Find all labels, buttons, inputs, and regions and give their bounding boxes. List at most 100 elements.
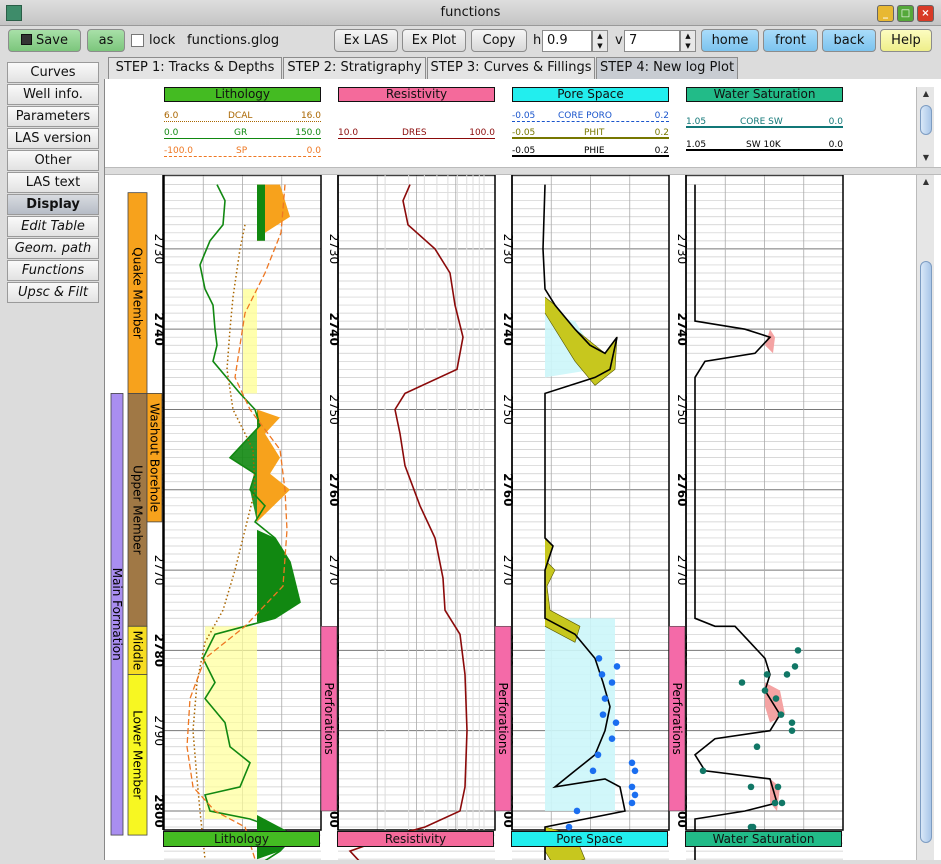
upper-member-band-label: Upper Member [131,465,145,555]
sw-curve [693,184,781,864]
export-las-button[interactable]: Ex LAS [334,29,398,52]
close-icon: × [921,8,930,19]
tab-step4[interactable]: STEP 4: New log Plot [596,57,738,79]
tab-step3[interactable]: STEP 3: Curves & Fillings [427,57,595,79]
plot-scrollbar[interactable]: ▲ [916,175,934,860]
dcal-legend: 6.0 DCAL 16.0 [164,111,321,122]
core-poro-point [589,767,597,775]
core-poro-point [601,695,609,702]
scroll-down-icon[interactable]: ▼ [920,153,932,163]
title-bar: functions _ □ × [0,0,941,26]
water-saturation-footer: Water Saturation [685,831,842,847]
core-poro-point [628,799,636,807]
maximize-icon: □ [900,8,911,19]
depth-label: 2740 [675,312,689,345]
v-scale-input[interactable]: 7 [624,30,680,52]
maximize-button[interactable]: □ [897,5,914,22]
export-plot-button[interactable]: Ex Plot [402,29,466,52]
front-button[interactable]: front [763,29,818,52]
core-sw-point [777,711,785,718]
core-sw-point [763,671,771,678]
resistivity-header: Resistivity [338,87,495,102]
plot-scroll-up-icon[interactable]: ▲ [920,177,932,187]
depth-label: 2730 [327,234,341,265]
sidebar-item-las-version[interactable]: LAS version [7,128,99,149]
header-scroll-thumb[interactable] [920,105,932,135]
core-poro-point [631,791,639,799]
save-as-button[interactable]: as [87,29,125,52]
washout-band-label: Washout Borehole [148,403,162,512]
phit-legend: -0.05 PHIT 0.2 [512,128,669,139]
lithology-footer: Lithology [163,831,320,847]
lock-checkbox[interactable] [131,34,144,47]
minimize-button[interactable]: _ [877,5,894,22]
core-sw-point [774,783,782,791]
v-spinner[interactable]: ▲ ▼ [680,30,696,52]
split-divider[interactable] [105,167,941,175]
sidebar-item-other[interactable]: Other [7,150,99,171]
core-sw-point [747,823,755,831]
sidebar-item-geom-path[interactable]: Geom. path [7,238,99,259]
depth-label: 2740 [501,312,515,345]
h-label: h [533,33,542,48]
core-sw-point [699,767,707,775]
plot-scroll-thumb[interactable] [920,261,932,843]
sidebar-item-curves[interactable]: Curves [7,62,99,83]
middle-band-label: Middle [131,631,145,671]
depth-label: 2730 [152,234,166,265]
shale-fill [257,184,265,241]
scroll-up-icon[interactable]: ▲ [920,89,932,99]
home-button[interactable]: home [701,29,759,52]
save-button[interactable]: Save [8,29,81,52]
v-label: v [615,33,623,48]
sidebar-item-display[interactable]: Display [7,194,99,215]
core-sw-point [738,679,746,686]
core-sw-point [753,743,761,751]
core-poro-point [608,679,616,686]
header-scrollbar[interactable]: ▲ ▼ [916,87,934,167]
window-title: functions [440,5,501,20]
tab-step1[interactable]: STEP 1: Tracks & Depths [108,57,282,79]
core-poro-point [628,783,636,791]
depth-label: 2760 [675,473,689,506]
pore-space-header: Pore Space [512,87,669,102]
core-poro-point [599,711,607,718]
core-sw-point [791,663,799,670]
filename-label: functions.glog [187,33,280,48]
depth-label: 2770 [675,555,689,586]
core-poro-point [565,823,573,831]
core-poro-point [613,663,621,670]
h-spinner[interactable]: ▲ ▼ [592,30,608,52]
sidebar-item-parameters[interactable]: Parameters [7,106,99,127]
close-button[interactable]: × [917,5,934,22]
log-tracks-svg: 2730 2740 2750 2760 2770 2780 2790 2800 2730 2740… [110,174,844,864]
quake-member-band-label: Quake Member [131,247,145,339]
track-grid-1 [337,174,496,860]
depth-label: 2760 [327,473,341,506]
core-poro-point [612,719,620,726]
sidebar-item-well-info[interactable]: Well info. [7,84,99,105]
sp-legend: -100.0 SP 0.0 [164,146,321,157]
core-sw-legend: 1.05 CORE SW 0.0 [686,117,843,128]
log-plot-panel: Lithology Resistivity Pore Space Water S… [104,79,941,864]
tab-step2[interactable]: STEP 2: Stratigraphy [283,57,426,79]
track-grid-3 [685,174,844,860]
lock-label: lock [149,33,176,48]
sidebar-item-las-text[interactable]: LAS text [7,172,99,193]
copy-button[interactable]: Copy [471,29,527,52]
depth-label: 2770 [501,555,515,586]
pore-space-footer: Pore Space [511,831,668,847]
sidebar-item-edit-table[interactable]: Edit Table [7,216,99,237]
sidebar-item-functions[interactable]: Functions [7,260,99,281]
core-poro-point [631,767,639,775]
back-button[interactable]: back [822,29,876,52]
h-scale-input[interactable]: 0.9 [542,30,592,52]
help-button[interactable]: Help [880,29,932,52]
sidebar-item-upsc-filt[interactable]: Upsc & Filt [7,282,99,303]
depth-label: 2790 [152,715,166,746]
core-sw-point [788,727,796,734]
sand-fill [205,626,257,820]
track-header-area: Lithology Resistivity Pore Space Water S… [105,87,917,167]
core-sw-point [783,671,791,678]
depth-label: 2740 [152,312,166,345]
